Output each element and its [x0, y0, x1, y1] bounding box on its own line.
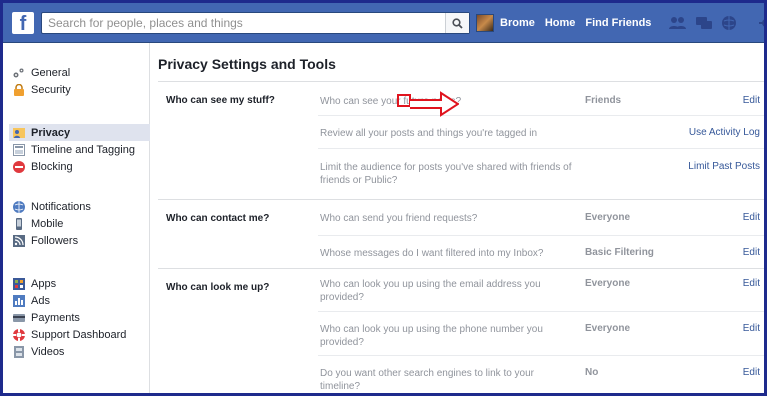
sidebar-item-blocking[interactable]: Blocking	[13, 158, 150, 175]
sidebar-item-payments[interactable]: Payments	[13, 309, 150, 326]
rss-icon	[13, 234, 25, 247]
settings-sidebar: General Security Privacy Timeline and Ta…	[3, 43, 150, 393]
search-icon	[452, 17, 463, 29]
ads-icon	[13, 294, 25, 307]
sidebar-item-mobile[interactable]: Mobile	[13, 215, 150, 232]
section-who-can-see-my-stuff: Who can see my stuff? Who can see your f…	[158, 81, 764, 196]
sidebar-item-apps[interactable]: Apps	[13, 275, 150, 292]
sidebar-group-privacy: Privacy Timeline and Tagging Blocking	[9, 124, 150, 175]
sidebar-item-label: Blocking	[31, 160, 73, 173]
edit-link[interactable]: Edit	[743, 367, 760, 378]
setting-row-friend-requests: Who can send you friend requests? Everyo…	[318, 200, 764, 235]
edit-link[interactable]: Edit	[743, 278, 760, 289]
setting-value: Everyone	[585, 278, 631, 289]
sidebar-item-videos[interactable]: Videos	[13, 343, 150, 360]
edit-link[interactable]: Edit	[743, 212, 760, 223]
notifications-globe-icon[interactable]	[721, 15, 737, 31]
sidebar-item-label: Privacy	[31, 126, 71, 139]
search-box	[41, 12, 470, 34]
setting-value: Basic Filtering	[585, 247, 654, 258]
sidebar-item-label: Ads	[31, 294, 50, 307]
setting-question: Review all your posts and things you're …	[320, 128, 538, 139]
profile-link[interactable]: Brome	[500, 17, 535, 29]
sidebar-item-label: Payments	[31, 311, 80, 324]
setting-row-search-engines: Do you want other search engines to link…	[318, 355, 764, 393]
sidebar-item-label: Security	[31, 83, 71, 96]
limit-past-posts-link[interactable]: Limit Past Posts	[688, 161, 760, 172]
sidebar-group-account: General Security	[13, 64, 150, 98]
use-activity-log-link[interactable]: Use Activity Log	[689, 127, 760, 138]
find-friends-link[interactable]: Find Friends	[585, 17, 651, 29]
apps-icon	[13, 277, 25, 290]
section-who-can-contact-me: Who can contact me? Who can send you fri…	[158, 199, 764, 268]
sidebar-group-notifications: Notifications Mobile Followers	[13, 198, 150, 249]
sidebar-item-label: Mobile	[31, 217, 64, 230]
setting-question: Who can send you friend requests?	[320, 213, 478, 224]
setting-row-phone-lookup: Who can look you up using the phone numb…	[318, 311, 764, 355]
setting-row-future-posts: Who can see your future posts? Friends E…	[318, 82, 764, 115]
setting-row-limit-past-posts: Limit the audience for posts you've shar…	[318, 148, 764, 197]
setting-question: Who can look you up using the email addr…	[320, 279, 541, 303]
setting-value: Everyone	[585, 212, 631, 223]
sidebar-item-privacy[interactable]: Privacy	[9, 124, 150, 141]
page-title: Privacy Settings and Tools	[158, 56, 336, 72]
setting-row-review-posts: Review all your posts and things you're …	[318, 115, 764, 148]
sidebar-item-ads[interactable]: Ads	[13, 292, 150, 309]
search-input[interactable]	[42, 13, 442, 33]
section-label: Who can look me up?	[166, 282, 270, 293]
annotation-arrow-icon	[397, 91, 459, 117]
section-label: Who can see my stuff?	[166, 95, 275, 106]
globe-icon	[13, 200, 25, 213]
sidebar-item-label: General	[31, 66, 71, 79]
setting-value: Friends	[585, 95, 622, 106]
top-nav: Brome Home Find Friends	[476, 3, 764, 43]
sidebar-item-followers[interactable]: Followers	[13, 232, 150, 249]
section-who-can-look-me-up: Who can look me up? Who can look you up …	[158, 268, 764, 393]
sidebar-item-label: Videos	[31, 345, 65, 358]
sidebar-item-label: Followers	[31, 234, 79, 247]
film-icon	[14, 345, 24, 358]
sidebar-item-label: Notifications	[31, 200, 91, 213]
browser-frame: f Brome Home Find Friends General	[3, 3, 764, 393]
sidebar-item-notifications[interactable]: Notifications	[13, 198, 150, 215]
sidebar-group-apps: Apps Ads Payments Support Dashboard Vide…	[13, 275, 150, 360]
sidebar-item-label: Support Dashboard	[31, 328, 127, 341]
setting-value: Everyone	[585, 323, 631, 334]
facebook-logo-icon[interactable]: f	[12, 12, 34, 35]
setting-row-email-lookup: Who can look you up using the email addr…	[318, 269, 764, 311]
sidebar-item-security[interactable]: Security	[13, 81, 150, 98]
setting-value: No	[585, 367, 599, 378]
sidebar-item-label: Timeline and Tagging	[31, 143, 135, 156]
top-bar: f Brome Home Find Friends	[3, 3, 764, 43]
edit-link[interactable]: Edit	[743, 95, 760, 106]
edit-link[interactable]: Edit	[743, 323, 760, 334]
timeline-icon	[13, 143, 25, 156]
lock-icon	[14, 83, 24, 96]
friend-requests-icon[interactable]	[669, 16, 687, 30]
sidebar-item-general[interactable]: General	[13, 64, 150, 81]
mobile-icon	[16, 217, 22, 230]
setting-row-message-filtering: Whose messages do I want filtered into m…	[318, 235, 764, 269]
sidebar-item-timeline-and-tagging[interactable]: Timeline and Tagging	[13, 141, 150, 158]
privacy-settings-panel: Privacy Settings and Tools Who can see m…	[150, 43, 764, 393]
home-link[interactable]: Home	[545, 17, 576, 29]
privacy-icon	[13, 127, 25, 138]
search-button[interactable]	[445, 13, 469, 33]
avatar[interactable]	[476, 14, 494, 32]
lifebuoy-icon	[13, 328, 25, 341]
gear-icon	[13, 68, 24, 77]
setting-question: Whose messages do I want filtered into m…	[320, 248, 544, 259]
setting-question: Who can look you up using the phone numb…	[320, 324, 543, 348]
section-label: Who can contact me?	[166, 213, 270, 224]
edit-link[interactable]: Edit	[743, 247, 760, 258]
setting-question: Do you want other search engines to link…	[320, 368, 535, 392]
messages-icon[interactable]	[695, 16, 713, 30]
quick-help-icon[interactable]	[759, 16, 764, 30]
sidebar-item-label: Apps	[31, 277, 57, 290]
card-icon	[13, 313, 25, 322]
sidebar-item-support-dashboard[interactable]: Support Dashboard	[13, 326, 150, 343]
setting-question: Limit the audience for posts you've shar…	[320, 162, 572, 186]
block-icon	[13, 160, 25, 173]
